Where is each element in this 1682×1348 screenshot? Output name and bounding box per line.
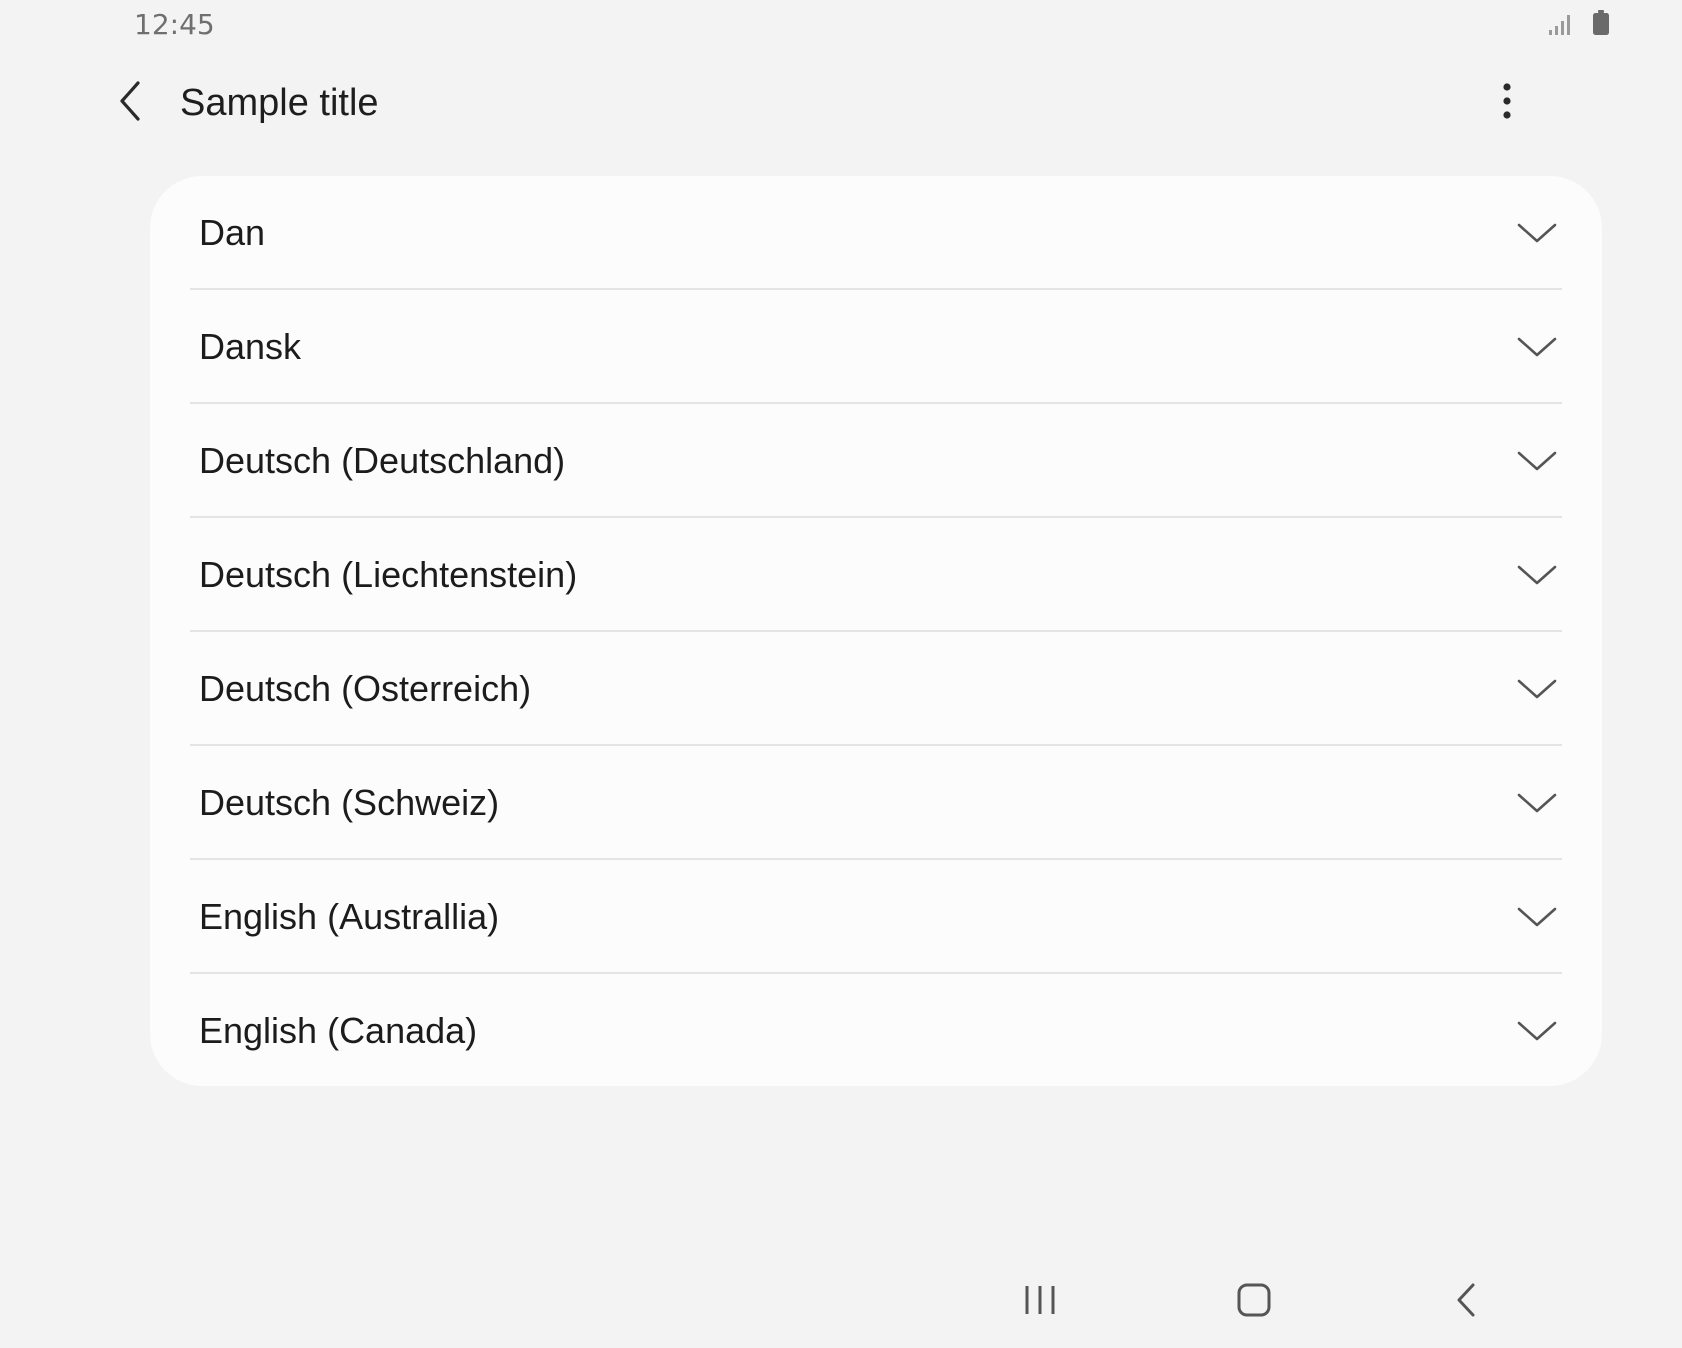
list-item[interactable]: Deutsch (Liechtenstein)	[150, 518, 1602, 632]
recents-icon	[1023, 1283, 1057, 1322]
list-item-label: Deutsch (Liechtenstein)	[199, 554, 578, 595]
app-bar: Sample title	[0, 60, 1682, 150]
back-nav-button[interactable]	[1436, 1276, 1496, 1328]
home-button[interactable]	[1224, 1276, 1284, 1328]
list-item-label: Deutsch (Deutschland)	[199, 440, 566, 481]
list-item-label: Dansk	[199, 326, 302, 367]
list-item[interactable]: Deutsch (Schweiz)	[150, 746, 1602, 860]
list-item[interactable]: Dan	[150, 176, 1602, 290]
chevron-down-icon	[1516, 333, 1558, 361]
list-item[interactable]: Deutsch (Osterreich)	[150, 632, 1602, 746]
list-item-label: Deutsch (Osterreich)	[199, 668, 532, 709]
home-icon	[1236, 1282, 1272, 1323]
chevron-down-icon	[1516, 903, 1558, 931]
list-item[interactable]: Dansk	[150, 290, 1602, 404]
chevron-down-icon	[1516, 675, 1558, 703]
chevron-left-icon	[116, 80, 146, 127]
battery-icon	[1592, 10, 1610, 41]
chevron-down-icon	[1516, 1017, 1558, 1045]
back-button[interactable]	[106, 78, 156, 128]
chevron-down-icon	[1516, 219, 1558, 247]
list-item-label: Deutsch (Schweiz)	[199, 782, 500, 823]
navigation-bar	[0, 1260, 1682, 1348]
language-list-card: Dan Dansk Deutsch (Deutschland) Deutsch …	[150, 176, 1602, 1086]
list-item-label: English (Canada)	[199, 1010, 478, 1051]
list-item[interactable]: English (Canada)	[150, 974, 1602, 1086]
status-time: 12:45	[134, 8, 215, 41]
chevron-down-icon	[1516, 789, 1558, 817]
list-item[interactable]: Deutsch (Deutschland)	[150, 404, 1602, 518]
signal-icon	[1548, 12, 1574, 41]
chevron-down-icon	[1516, 447, 1558, 475]
list-item[interactable]: English (Australlia)	[150, 860, 1602, 974]
more-vertical-icon	[1502, 82, 1512, 125]
status-icons	[1548, 10, 1610, 41]
recents-button[interactable]	[1010, 1276, 1070, 1328]
page-title: Sample title	[180, 82, 379, 124]
list-item-label: Dan	[199, 212, 266, 253]
list-item-label: English (Australlia)	[199, 896, 500, 937]
status-bar: 12:45	[0, 0, 1682, 50]
more-options-button[interactable]	[1482, 78, 1532, 128]
back-icon	[1454, 1282, 1478, 1323]
chevron-down-icon	[1516, 561, 1558, 589]
